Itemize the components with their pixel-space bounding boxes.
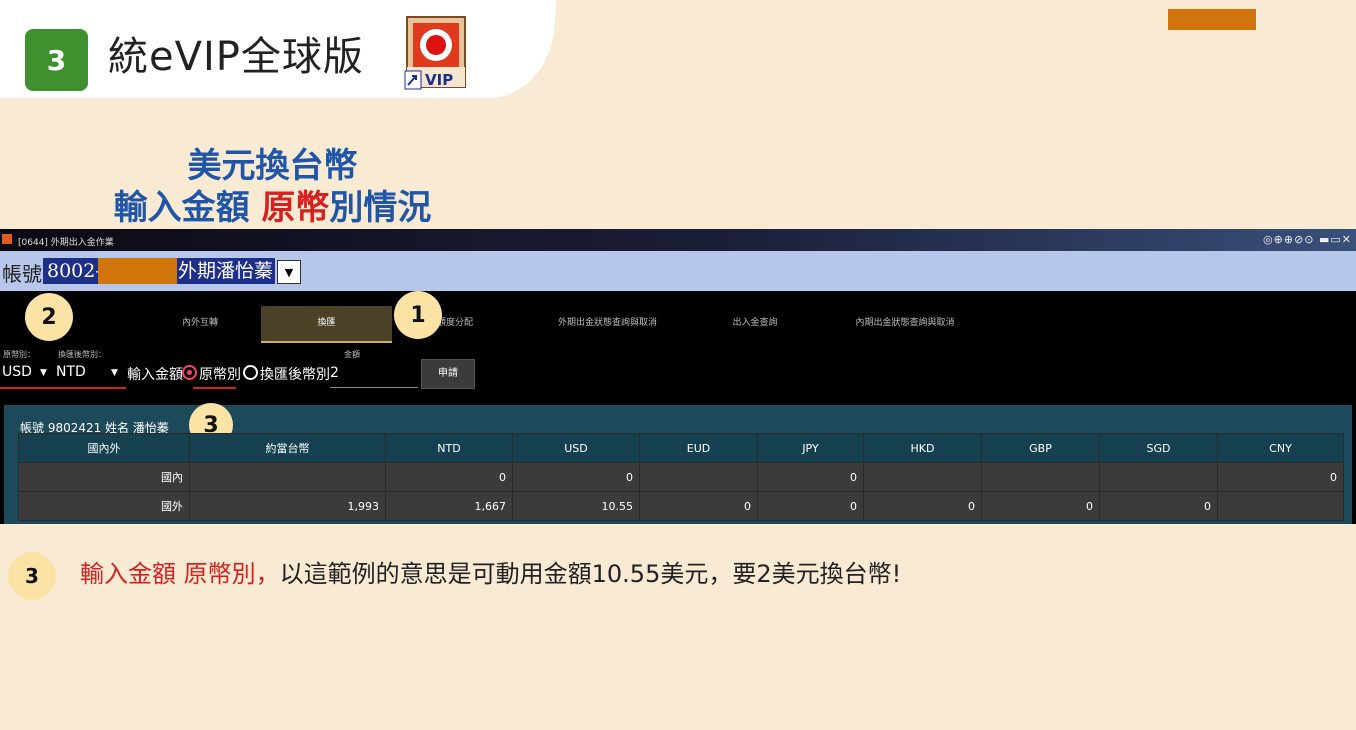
column-header: 約當台幣 xyxy=(189,433,386,463)
column-header: 國內外 xyxy=(18,433,190,463)
window-controls[interactable]: ◎⊕⊕⊘⊙ ▬▭✕ xyxy=(1263,233,1352,246)
marker-2: 2 xyxy=(25,293,73,341)
tab-exchange[interactable]: 換匯 xyxy=(261,306,392,343)
table-cell: 0 xyxy=(385,462,513,492)
source-currency-select[interactable]: USD xyxy=(2,364,32,380)
table-cell: 0 xyxy=(863,491,982,521)
table-cell xyxy=(639,462,758,492)
account-label: 帳號 xyxy=(2,262,42,286)
table-cell: 0 xyxy=(512,462,640,492)
tab-domestic-withdrawal-status[interactable]: 內期出金狀態查詢與取消 xyxy=(830,306,980,341)
table-cell: 0 xyxy=(639,491,758,521)
app-title: 統eVIP全球版 xyxy=(108,34,364,80)
table-cell xyxy=(1099,462,1218,492)
redaction-bar xyxy=(1168,9,1256,30)
headline-line2-red: 原幣 xyxy=(261,188,330,228)
account-redaction xyxy=(98,258,177,284)
table-cell: 1,667 xyxy=(385,491,513,521)
tab-internal-transfer[interactable]: 內外互轉 xyxy=(160,306,240,341)
table-cell xyxy=(189,462,386,492)
source-currency-label: 原幣別： xyxy=(3,350,35,359)
app-screenshot: [0644] 外期出入金作業 ◎⊕⊕⊘⊙ ▬▭✕ 帳號 8002- 外期潘怡蓁 … xyxy=(0,229,1356,524)
column-header: GBP xyxy=(981,433,1100,463)
table-cell: 國內 xyxy=(18,462,190,492)
radio-converted-currency[interactable] xyxy=(243,365,258,380)
headline-line2: 輸入金額 原幣別情況 xyxy=(0,180,545,229)
apply-button[interactable]: 申請 xyxy=(421,359,475,389)
radio-converted-currency-label: 換匯後幣別 xyxy=(260,367,330,383)
balance-table: 國內外 約當台幣 NTD USD EUD JPY HKD GBP SGD CNY… xyxy=(18,433,1344,521)
chevron-down-icon[interactable]: ▼ xyxy=(277,260,301,284)
radio-original-currency[interactable] xyxy=(182,365,197,380)
headline-line2-blue: 輸入金額 xyxy=(113,188,262,228)
table-cell: 0 xyxy=(981,491,1100,521)
balance-panel: 帳號 9802421 姓名 潘怡蓁 3 國內外 約當台幣 NTD USD EUD… xyxy=(4,403,1352,524)
target-currency-select[interactable]: NTD xyxy=(56,364,86,380)
table-cell xyxy=(1217,491,1344,521)
account-number: 8002- xyxy=(47,260,102,282)
note-badge: 3 xyxy=(8,552,56,600)
window-app-icon xyxy=(2,234,12,244)
column-header: NTD xyxy=(385,433,513,463)
tab-deposit-withdrawal-query[interactable]: 出入金查詢 xyxy=(715,306,795,341)
column-header: EUD xyxy=(639,433,758,463)
chevron-down-icon[interactable]: ▼ xyxy=(111,368,118,378)
highlight-underline xyxy=(0,387,126,389)
evip-app-icon: VIP xyxy=(404,16,466,90)
column-header: HKD xyxy=(863,433,982,463)
window-titlebar: [0644] 外期出入金作業 ◎⊕⊕⊘⊙ ▬▭✕ xyxy=(0,229,1356,251)
input-amount-label: 輸入金額 xyxy=(127,367,183,383)
table-cell: 國外 xyxy=(18,491,190,521)
column-header: JPY xyxy=(757,433,864,463)
note-text-body: 以這範例的意思是可動用金額10.55美元，要2美元換台幣! xyxy=(279,560,902,588)
explanation-note: 3 輸入金額 原幣別，以這範例的意思是可動用金額10.55美元，要2美元換台幣! xyxy=(0,540,1356,600)
column-header: SGD xyxy=(1099,433,1218,463)
table-row: 國外 1,993 1,667 10.55 0 0 0 0 0 xyxy=(18,491,1344,521)
table-cell xyxy=(863,462,982,492)
amount-input[interactable]: 2 xyxy=(330,362,418,388)
account-select[interactable]: 8002- 外期潘怡蓁 xyxy=(43,258,275,284)
table-cell: 1,993 xyxy=(189,491,386,521)
table-cell: 0 xyxy=(757,462,864,492)
table-cell: 0 xyxy=(757,491,864,521)
table-cell: 0 xyxy=(1099,491,1218,521)
table-header-row: 國內外 約當台幣 NTD USD EUD JPY HKD GBP SGD CNY xyxy=(18,433,1344,463)
tab-foreign-withdrawal-status[interactable]: 外期出金狀態查詢與取消 xyxy=(535,306,680,341)
target-currency-label: 換匯後幣別： xyxy=(58,350,106,359)
highlight-underline xyxy=(193,387,236,389)
amount-label: 金額 xyxy=(344,350,360,359)
account-name: 外期潘怡蓁 xyxy=(178,260,274,282)
tab-bar: 內外互轉 換匯 額度分配 外期出金狀態查詢與取消 出入金查詢 內期出金狀態查詢與… xyxy=(0,291,1356,346)
window-title: [0644] 外期出入金作業 xyxy=(18,238,114,248)
step-badge: 3 xyxy=(25,29,88,91)
account-bar: 帳號 8002- 外期潘怡蓁 ▼ xyxy=(0,251,1356,291)
column-header: USD xyxy=(512,433,640,463)
chevron-down-icon[interactable]: ▼ xyxy=(40,368,47,378)
table-cell: 10.55 xyxy=(512,491,640,521)
table-cell: 0 xyxy=(1217,462,1344,492)
column-header: CNY xyxy=(1217,433,1344,463)
table-row: 國內 0 0 0 0 xyxy=(18,462,1344,492)
marker-1: 1 xyxy=(394,291,442,339)
note-text-highlight: 輸入金額 原幣別， xyxy=(80,560,280,588)
svg-text:VIP: VIP xyxy=(425,71,453,89)
note-text: 輸入金額 原幣別，以這範例的意思是可動用金額10.55美元，要2美元換台幣! xyxy=(80,554,901,589)
radio-original-currency-label: 原幣別 xyxy=(199,367,241,383)
table-cell xyxy=(981,462,1100,492)
headline-line2-tail: 別情況 xyxy=(329,188,432,228)
